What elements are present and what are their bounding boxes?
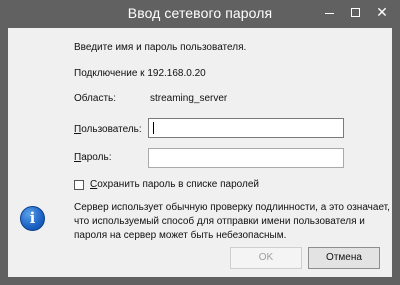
area-value: streaming_server	[150, 93, 228, 104]
username-field[interactable]	[148, 118, 344, 138]
cancel-button[interactable]: Отмена	[308, 247, 380, 269]
info-icon: i	[20, 206, 45, 231]
password-field[interactable]	[148, 148, 344, 168]
connection-text: Подключение к 192.168.0.20	[74, 68, 206, 79]
save-password-checkbox[interactable]	[74, 180, 84, 190]
password-label: Пароль:	[74, 152, 111, 163]
security-warning: Сервер использует обычную проверку подли…	[74, 201, 390, 243]
maximize-icon	[351, 8, 360, 17]
warning-line: что используемый способ для отправки име…	[74, 216, 365, 227]
prompt-text: Введите имя и пароль пользователя.	[74, 42, 247, 53]
save-password-label[interactable]: Сохранить пароль в списке паролей	[90, 179, 259, 190]
area-label: Область:	[74, 93, 117, 104]
minimize-icon	[325, 13, 334, 14]
network-password-dialog: Ввод сетевого пароля ✕ Введите имя и пар…	[0, 0, 400, 285]
title-bar[interactable]: Ввод сетевого пароля ✕	[0, 0, 400, 28]
save-password-rest: охранить пароль в списке паролей	[97, 179, 259, 190]
password-label-rest: ароль:	[81, 152, 112, 163]
warning-line: пароля на сервер может быть небезопасным…	[74, 230, 287, 241]
username-label-rest: ользователь:	[81, 124, 142, 135]
minimize-button[interactable]	[316, 0, 344, 26]
close-icon: ✕	[376, 4, 388, 20]
text-caret	[153, 122, 154, 134]
warning-line: Сервер использует обычную проверку подли…	[74, 202, 390, 213]
close-button[interactable]: ✕	[368, 0, 396, 26]
dialog-body: Введите имя и пароль пользователя. Подкл…	[8, 28, 392, 277]
ok-button[interactable]: OK	[230, 247, 302, 269]
maximize-button[interactable]	[342, 0, 370, 26]
username-label: Пользователь:	[74, 124, 142, 135]
